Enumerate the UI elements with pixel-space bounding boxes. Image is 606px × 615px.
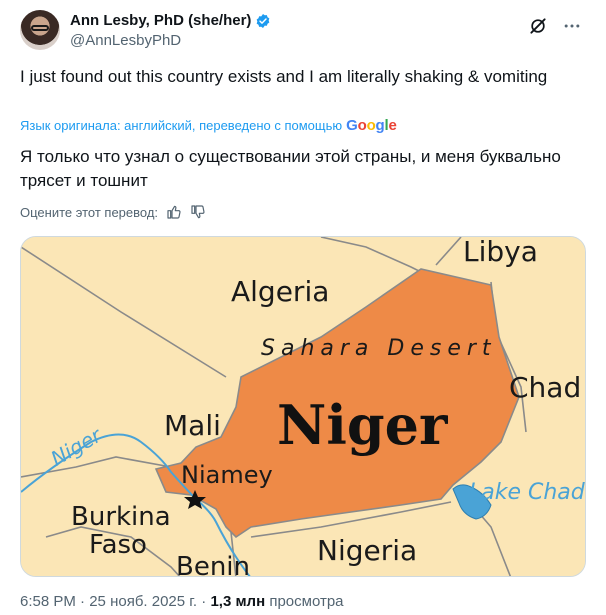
translated-text-line-1: Я только что узнал о существовании этой …	[20, 147, 561, 166]
label-chad: Chad	[509, 371, 581, 404]
label-libya: Libya	[463, 237, 538, 268]
label-benin: Benin	[176, 552, 250, 577]
verified-badge-icon	[257, 13, 270, 28]
tweet-header: Ann Lesby, PhD (she/her) @AnnLesbyPhD	[20, 10, 586, 54]
grok-icon[interactable]	[528, 16, 548, 36]
label-burkina: Burkina	[71, 502, 171, 532]
translated-text: Я только что узнал о существовании этой …	[20, 145, 586, 193]
translation-source-text: Язык оригинала: английский, переведено с…	[20, 118, 343, 133]
views-count: 1,3 млн	[210, 593, 266, 610]
views-label: просмотра	[269, 593, 344, 610]
label-sahara-desert: Sahara Desert	[261, 336, 497, 361]
translated-text-line-2: трясет и тошнит	[20, 171, 148, 190]
niger-map: Algeria Libya Sahara Desert Chad Mali Ni…	[21, 237, 586, 577]
author-name[interactable]: Ann Lesby, PhD (she/her)	[70, 12, 251, 29]
label-niamey: Niamey	[181, 461, 273, 489]
author-name-row: Ann Lesby, PhD (she/her)	[70, 12, 271, 29]
label-niger-country: Niger	[277, 393, 448, 457]
label-mali: Mali	[164, 409, 221, 442]
author-handle[interactable]: @AnnLesbyPhD	[70, 32, 181, 49]
label-lake-chad: Lake Chad	[469, 480, 586, 505]
label-algeria: Algeria	[231, 275, 329, 308]
translation-source-note[interactable]: Язык оригинала: английский, переведено с…	[20, 117, 397, 134]
more-icon[interactable]	[562, 16, 582, 36]
rate-translation-label: Оцените этот перевод:	[20, 204, 159, 220]
thumb-down-icon[interactable]	[190, 204, 206, 220]
label-faso: Faso	[89, 530, 147, 560]
avatar[interactable]	[20, 10, 60, 50]
tweet-date[interactable]: 25 нояб. 2025 г.	[89, 593, 197, 610]
google-logo: Google	[346, 117, 397, 134]
rate-translation: Оцените этот перевод:	[20, 204, 206, 220]
label-nigeria: Nigeria	[317, 534, 417, 567]
thumb-up-icon[interactable]	[166, 204, 182, 220]
tweet-footer: 6:58 PM · 25 нояб. 2025 г. · 1,3 млн про…	[20, 593, 344, 610]
tweet-text: I just found out this country exists and…	[20, 67, 548, 86]
map-image[interactable]: Algeria Libya Sahara Desert Chad Mali Ni…	[20, 236, 586, 577]
tweet-time[interactable]: 6:58 PM	[20, 593, 76, 610]
